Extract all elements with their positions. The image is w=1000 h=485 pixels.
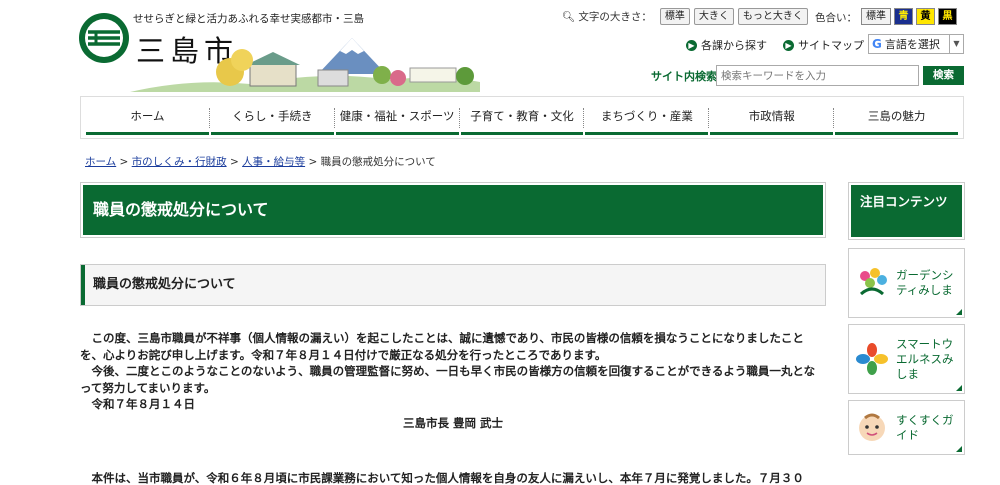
font-size-standard-button[interactable]: 標準 [659, 8, 690, 25]
arrow-right-icon: ▶ [783, 39, 794, 51]
magnifier-icon: 🔍︎ [562, 11, 576, 23]
search-input[interactable] [716, 65, 919, 86]
sitemap-link[interactable]: ▶ サイトマップ [783, 37, 864, 53]
wellness-leaves-icon [856, 343, 888, 375]
breadcrumb: ホーム > 市のしくみ・行財政 > 人事・給与等 > 職員の懲戒処分について [85, 156, 436, 168]
garden-flowers-icon [859, 268, 887, 296]
chevron-down-icon[interactable]: ▼ [949, 35, 963, 53]
font-size-large-button[interactable]: 大きく [693, 8, 734, 25]
arrow-right-icon: ▶ [686, 39, 697, 51]
page-title: 職員の懲戒処分について [83, 185, 823, 235]
featured-card-label: すくすくガイド [896, 412, 954, 442]
statement-date: 令和７年８月１４日 [91, 397, 196, 411]
breadcrumb-current: 職員の懲戒処分について [320, 156, 436, 168]
page-title-box: 職員の懲戒処分について [80, 182, 826, 238]
breadcrumb-personnel-link[interactable]: 人事・給与等 [242, 156, 305, 168]
nav-item-attractions[interactable]: 三島の魅力 [833, 100, 959, 135]
color-controls: 標準 青 黄 黒 [858, 8, 957, 25]
section-heading: 職員の懲戒処分について [93, 277, 236, 292]
font-size-larger-button[interactable]: もっと大きく [737, 8, 808, 25]
featured-title-box: 注目コンテンツ [848, 182, 965, 240]
departments-link[interactable]: ▶ 各課から探す [686, 37, 767, 53]
color-label: 色合い： [815, 12, 857, 24]
paragraph-details: 本件は、当市職員が、令和６年８月頃に市民課業務において知った個人情報を自身の友人… [91, 471, 804, 485]
paragraph-commitment: 今後、二度とこのようなことのないよう、職員の管理監督に努め、一日も早く市民の皆様… [80, 364, 816, 395]
nav-item-town[interactable]: まちづくり・産業 [583, 100, 709, 135]
article-body: この度、三島市職員が不祥事（個人情報の漏えい）を起こしたことは、誠に遺憾であり、… [80, 330, 826, 431]
featured-card-label: ガーデンシティみしま [896, 268, 954, 297]
search-button[interactable]: 検索 [923, 66, 964, 85]
section-heading-box: 職員の懲戒処分について [80, 264, 826, 306]
color-black-button[interactable]: 黒 [938, 8, 957, 25]
city-logo-icon[interactable] [78, 12, 130, 64]
nav-item-home[interactable]: ホーム [86, 100, 209, 135]
featured-card-smart-wellness[interactable]: スマートウエルネスみしま [848, 324, 965, 394]
nav-item-living[interactable]: くらし・手続き [208, 100, 334, 135]
baby-face-icon [859, 413, 885, 441]
featured-card-sukusuku-guide[interactable]: すくすくガイド [848, 400, 965, 455]
featured-card-label: スマートウエルネスみしま [896, 336, 954, 381]
font-size-controls: 🔍︎ 文字の大きさ ： 標準 大きく もっと大きく [562, 8, 808, 25]
site-header: せせらぎと緑と活力あふれる幸せ実感都市・三島 三島市 🔍︎ 文字の大きさ ： 標… [0, 0, 1000, 95]
color-yellow-button[interactable]: 黄 [916, 8, 935, 25]
language-select[interactable]: G 言語を選択 ▼ [868, 34, 964, 54]
main-content: 職員の懲戒処分について 職員の懲戒処分について [80, 182, 826, 306]
featured-title: 注目コンテンツ [851, 185, 962, 237]
featured-card-garden-city[interactable]: ガーデンシティみしま [848, 248, 965, 318]
city-scenery-illustration-icon [130, 38, 480, 92]
site-search-label: サイト内検索 [651, 70, 717, 83]
color-blue-button[interactable]: 青 [894, 8, 913, 25]
breadcrumb-home-link[interactable]: ホーム [85, 156, 116, 168]
color-standard-button[interactable]: 標準 [861, 8, 891, 25]
nav-item-cityinfo[interactable]: 市政情報 [708, 100, 834, 135]
nav-item-childcare[interactable]: 子育て・教育・文化 [458, 100, 584, 135]
font-size-label: 文字の大きさ [578, 11, 642, 23]
site-tagline: せせらぎと緑と活力あふれる幸せ実感都市・三島 [133, 13, 364, 25]
mayor-signature: 三島市長 豊岡 武士 [402, 415, 503, 430]
nav-item-health[interactable]: 健康・福祉・スポーツ [333, 100, 459, 135]
google-icon: G [872, 37, 882, 51]
global-nav: ホーム くらし・手続き 健康・福祉・スポーツ 子育て・教育・文化 まちづくり・産… [80, 96, 964, 139]
breadcrumb-admin-link[interactable]: 市のしくみ・行財政 [132, 156, 227, 168]
featured-sidebar: 注目コンテンツ ガーデンシティみしま スマートウエルネスみしま すくすくガイド [848, 182, 965, 455]
paragraph-apology: この度、三島市職員が不祥事（個人情報の漏えい）を起こしたことは、誠に遺憾であり、… [80, 331, 804, 362]
